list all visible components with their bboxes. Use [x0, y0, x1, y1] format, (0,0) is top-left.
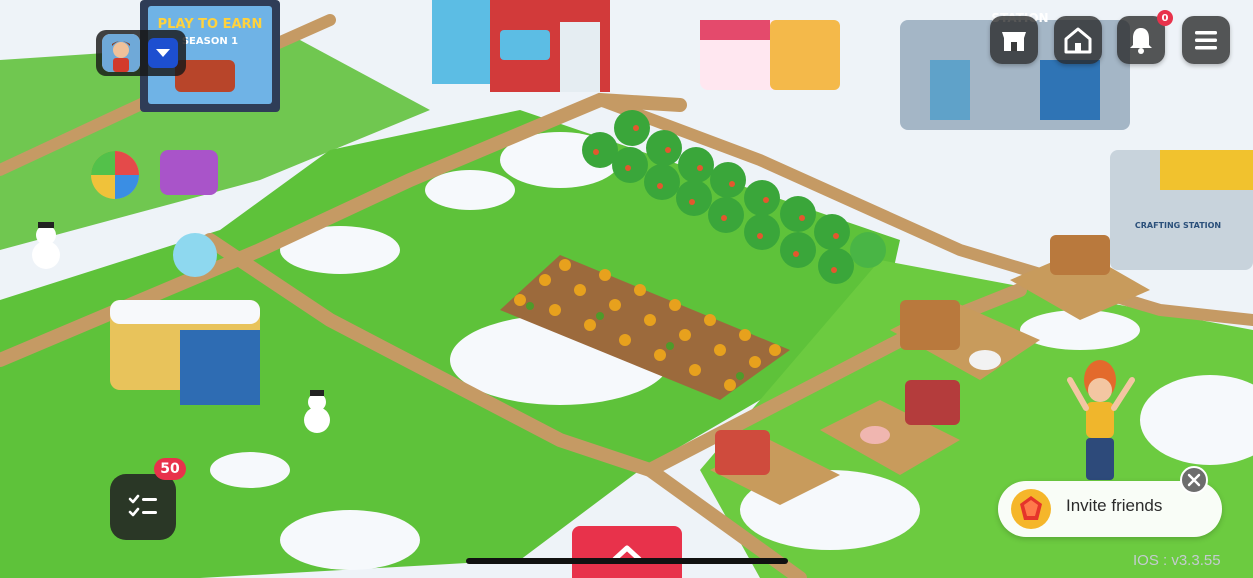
home-button[interactable] [1054, 16, 1102, 64]
avatar-character-icon [102, 34, 140, 72]
home-icon [1064, 27, 1092, 54]
crafting-sign: CRAFTING STATION [1135, 221, 1221, 230]
shop-icon [1002, 32, 1026, 51]
gem-icon [1011, 489, 1051, 529]
bell-icon [1130, 28, 1152, 54]
expand-panel-button[interactable] [572, 526, 682, 578]
invite-friends-label: Invite friends [1066, 496, 1163, 515]
crafting-station: CRAFTING STATION [1110, 150, 1253, 270]
billboard-line2: SEASON 1 [182, 36, 238, 47]
barn-top [432, 0, 610, 92]
shop-button[interactable] [990, 16, 1038, 64]
avatar[interactable] [102, 34, 140, 72]
quests-count-badge: 50 [154, 458, 186, 480]
notifications-button[interactable] [1117, 16, 1165, 64]
close-invite-button[interactable] [1180, 466, 1208, 494]
home-indicator[interactable] [466, 558, 788, 564]
close-icon [1187, 473, 1201, 487]
notification-count-badge: 0 [1157, 10, 1173, 26]
chevron-down-icon [156, 49, 170, 57]
hamburger-menu-icon [1195, 31, 1217, 50]
menu-button[interactable] [1182, 16, 1230, 64]
prize-wheel [91, 151, 139, 199]
treasure-chest [160, 150, 218, 195]
player-panel [96, 30, 186, 76]
shop-building [700, 20, 840, 90]
quests-button[interactable] [110, 474, 176, 540]
checklist-icon [128, 494, 157, 517]
version-label: IOS : v3.3.55 [1133, 552, 1221, 569]
profile-dropdown-button[interactable] [148, 38, 178, 68]
